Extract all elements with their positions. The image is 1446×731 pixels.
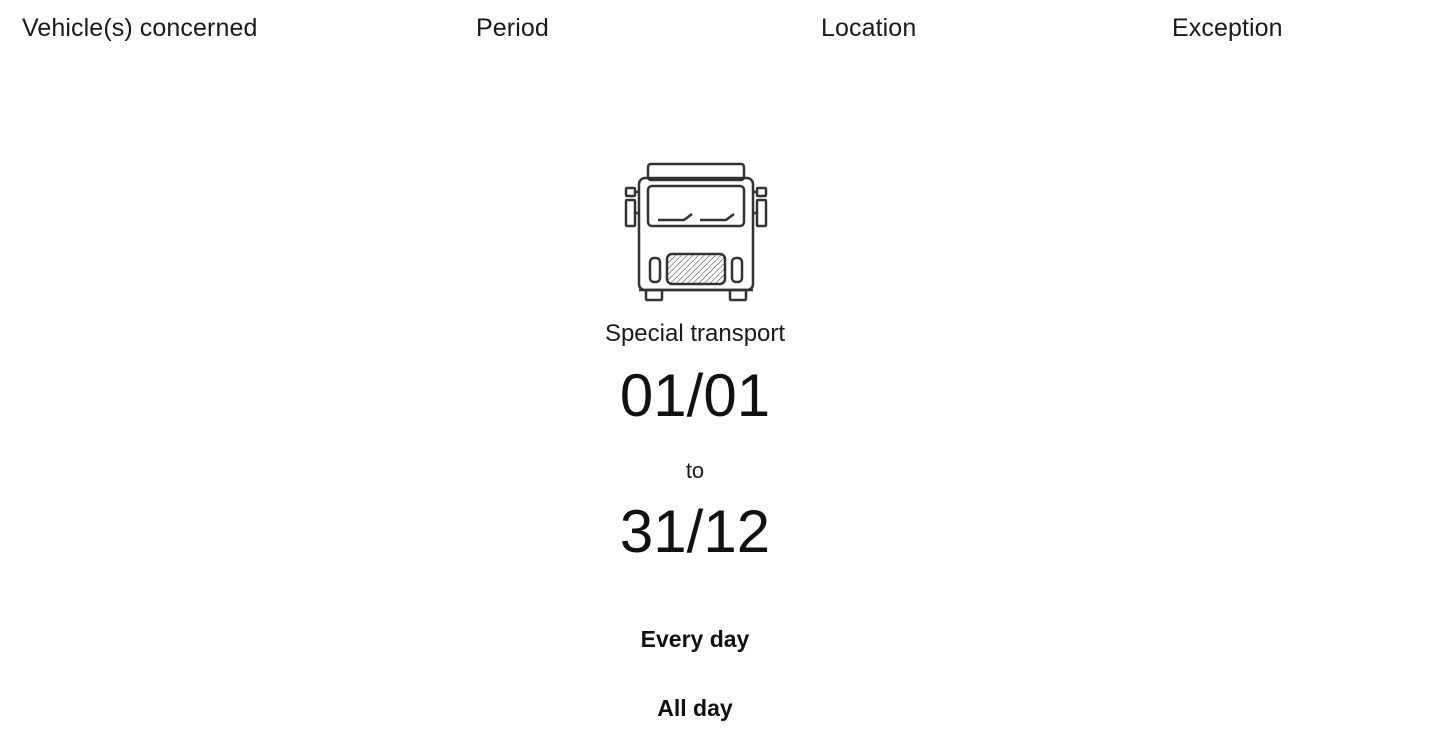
- period-separator-label: to: [685, 458, 705, 483]
- column-header-row: Vehicle(s) concerned Period Location Exc…: [0, 14, 1446, 48]
- period-hours-label: All day: [657, 695, 733, 721]
- column-header-vehicles: Vehicle(s) concerned: [22, 14, 258, 42]
- column-header-exception: Exception: [1172, 14, 1283, 42]
- period-days-label: Every day: [640, 626, 750, 652]
- truck-front-icon: [624, 162, 768, 302]
- column-header-location: Location: [821, 14, 917, 42]
- period-end-date: 31/12: [619, 498, 771, 565]
- period-start-date: 01/01: [619, 362, 771, 429]
- column-header-period: Period: [476, 14, 549, 42]
- vehicle-type-label: Special transport: [604, 320, 786, 347]
